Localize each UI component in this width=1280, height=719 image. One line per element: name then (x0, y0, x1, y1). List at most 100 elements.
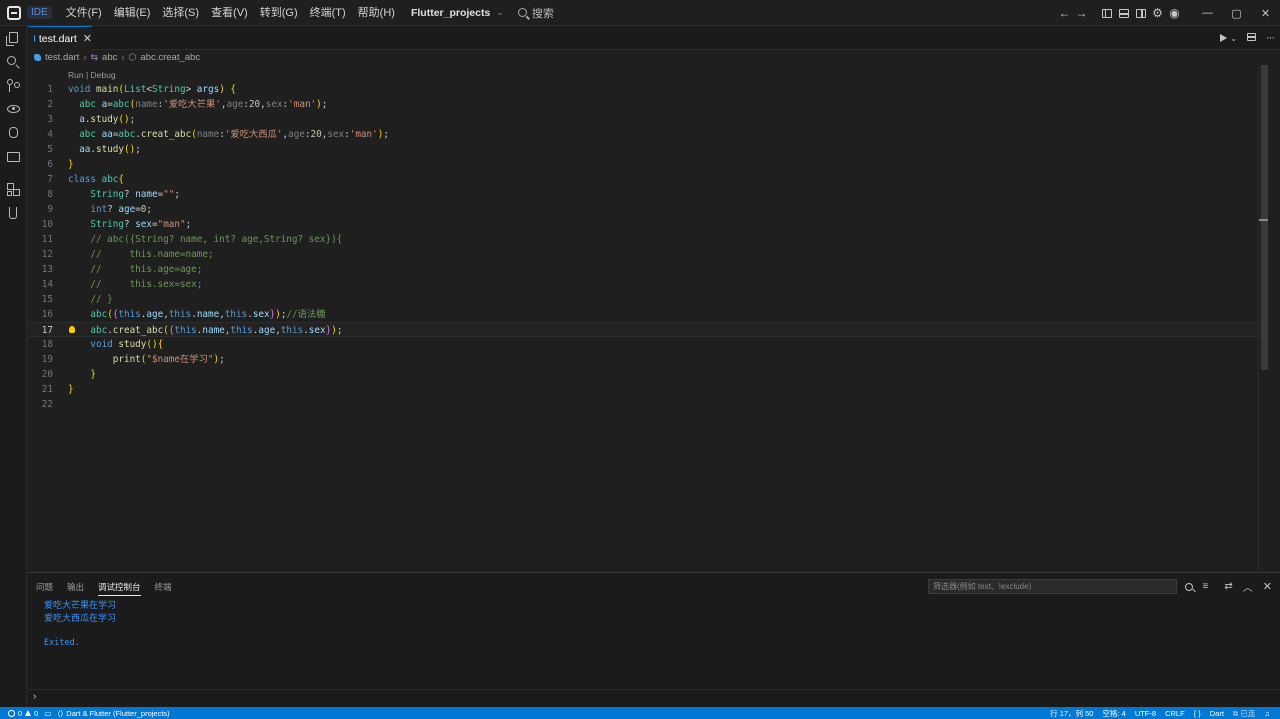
toggle-primary-sidebar-icon[interactable] (1098, 0, 1115, 26)
project-switcher[interactable]: Flutter_projects ⌄ (411, 7, 504, 19)
menu-go[interactable]: 转到(G) (254, 0, 304, 26)
word-wrap-icon[interactable]: ≡ (1203, 581, 1209, 592)
toggle-secondary-sidebar-icon[interactable] (1132, 0, 1149, 26)
tab-test-dart[interactable]: test.dart ✕ (28, 26, 92, 50)
code-text: // } (90, 294, 113, 305)
menu-file[interactable]: 文件(F) (60, 0, 108, 26)
indentation[interactable]: 空格: 4 (1102, 708, 1125, 719)
find-icon[interactable] (1184, 582, 1193, 591)
editor-scrollbar[interactable] (1258, 65, 1268, 570)
explorer-files-icon[interactable] (6, 32, 18, 46)
breadcrumb-class[interactable]: abc (102, 52, 117, 63)
code-line[interactable]: 20 } (28, 367, 1268, 382)
code-line[interactable]: 8 String? name=""; (28, 187, 1268, 202)
encoding[interactable]: UTF-8 (1135, 709, 1156, 718)
maximize-panel-chevron-up-icon[interactable]: ︿ (1243, 579, 1253, 594)
end-of-line[interactable]: CRLF (1165, 709, 1185, 718)
menu-edit[interactable]: 编辑(E) (108, 0, 157, 26)
code-line[interactable]: 6} (28, 157, 1268, 172)
breadcrumb-file[interactable]: test.dart (45, 52, 79, 63)
codelens-run-debug[interactable]: Run | Debug (68, 70, 116, 80)
more-actions-icon[interactable]: ··· (1266, 32, 1275, 44)
code-text: abc.creat_abc({this.name,this.age,this.s… (90, 325, 343, 336)
problems-indicator[interactable]: 0 0 (8, 709, 38, 718)
code-line[interactable]: 12 // this.name=name; (28, 247, 1268, 262)
code-line[interactable]: 4 abc aa=abc.creat_abc(name:'爱吃大西瓜',age:… (28, 127, 1268, 142)
code-line[interactable]: 16 abc({this.age,this.name,this.sex});//… (28, 307, 1268, 322)
sdk-indicator[interactable]: ⟨⟩ Dart & Flutter (Flutter_projects) (57, 709, 169, 718)
run-debug-icon[interactable] (9, 127, 18, 138)
go-forward-icon[interactable]: → (1073, 0, 1090, 26)
code-line[interactable]: 21} (28, 382, 1268, 397)
code-line[interactable]: 14 // this.sex=sex; (28, 277, 1268, 292)
testing-flask-icon[interactable] (9, 207, 17, 219)
connection-status[interactable]: ⧉ 已连 (1233, 708, 1255, 719)
code-line[interactable]: 17 abc.creat_abc({this.name,this.age,thi… (28, 322, 1268, 337)
code-line[interactable]: 10 String? sex="man"; (28, 217, 1268, 232)
menu-selection[interactable]: 选择(S) (156, 0, 205, 26)
command-center-search[interactable]: 搜索 (517, 5, 554, 21)
close-panel-icon[interactable]: ✕ (1263, 580, 1272, 593)
line-number: 20 (41, 369, 53, 380)
console-filter-input[interactable] (928, 579, 1177, 594)
account-icon[interactable]: ◉ (1166, 0, 1183, 26)
code-text: // this.name=name; (90, 249, 214, 260)
code-line[interactable]: 13 // this.age=age; (28, 262, 1268, 277)
language-mode[interactable]: Dart (1210, 709, 1224, 718)
code-line[interactable]: 15 // } (28, 292, 1268, 307)
run-button[interactable]: ⌄ (1220, 34, 1237, 43)
minimize-button[interactable]: — (1193, 0, 1222, 26)
panel-actions: ≡ ⇄ ︿ ✕ (1184, 579, 1272, 594)
clear-console-icon[interactable]: ⇄ (1224, 581, 1232, 592)
menu-bar: 文件(F) 编辑(E) 选择(S) 查看(V) 转到(G) 终端(T) 帮助(H… (60, 0, 401, 26)
code-line[interactable]: 7 class abc{ (28, 172, 1268, 187)
breadcrumb-method[interactable]: abc.creat_abc (140, 52, 200, 63)
search-view-icon[interactable] (7, 56, 16, 65)
close-window-button[interactable]: ✕ (1251, 0, 1280, 26)
line-number: 5 (47, 144, 53, 155)
cursor-position[interactable]: 行 17，列 50 (1050, 708, 1093, 719)
panel-tabs: 问题 输出 调试控制台 终端 (36, 581, 172, 596)
repl-prompt-icon[interactable]: › (33, 691, 36, 702)
remote-explorer-icon[interactable] (7, 152, 20, 162)
status-left: 0 0 ▭ ⟨⟩ Dart & Flutter (Flutter_project… (0, 709, 170, 718)
close-tab-icon[interactable]: ✕ (83, 32, 92, 45)
settings-gear-icon[interactable]: ⚙ (1149, 0, 1166, 26)
tab-output[interactable]: 输出 (67, 581, 84, 596)
tab-problems[interactable]: 问题 (36, 581, 53, 596)
code-line[interactable]: 22 (28, 397, 1268, 412)
watch-eye-icon[interactable] (7, 105, 20, 113)
run-dropdown-chevron-icon[interactable]: ⌄ (1230, 34, 1237, 43)
extensions-icon[interactable] (7, 183, 20, 196)
menu-view[interactable]: 查看(V) (205, 0, 254, 26)
code-line[interactable]: 11 // abc({String? name, int? age,String… (28, 232, 1268, 247)
console-line: 爱吃大芒果在学习 (44, 600, 117, 610)
tab-terminal[interactable]: 终端 (155, 581, 172, 596)
maximize-button[interactable]: ▢ (1222, 0, 1251, 26)
code-line[interactable]: 9 int? age=0; (28, 202, 1268, 217)
code-line[interactable]: 3 a.study(); (28, 112, 1268, 127)
editor-actions: ⌄ ··· (1220, 26, 1275, 50)
editor-scrollbar-thumb[interactable] (1261, 65, 1268, 370)
go-back-icon[interactable]: ← (1056, 0, 1073, 26)
code-line[interactable]: 19 print("$name在学习"); (28, 352, 1268, 367)
code-line[interactable]: 5 aa.study(); (28, 142, 1268, 157)
line-number: 4 (47, 129, 53, 140)
menu-terminal[interactable]: 终端(T) (304, 0, 352, 26)
tab-label: test.dart (38, 32, 77, 45)
notifications-bell-icon[interactable]: ♫ (1264, 709, 1270, 718)
code-line[interactable]: 1 void main(List<String> args) { (28, 82, 1268, 97)
code-line[interactable]: 18 void study(){ (28, 337, 1268, 352)
code-text: class abc{ (68, 174, 125, 185)
toggle-panel-icon[interactable] (1115, 0, 1132, 26)
class-symbol-icon: ⇆ (90, 52, 99, 62)
code-line[interactable]: 2 abc a=abc(name:'爱吃大芒果',age:20,sex:'man… (28, 97, 1268, 112)
menu-help[interactable]: 帮助(H) (352, 0, 401, 26)
ports-icon[interactable]: ▭ (44, 709, 51, 718)
code-editor[interactable]: Run | Debug 1 void main(List<String> args… (28, 65, 1268, 570)
split-editor-icon[interactable] (1247, 32, 1256, 44)
tab-debug-console[interactable]: 调试控制台 (98, 581, 141, 596)
code-text: abc aa=abc.creat_abc(name:'爱吃大西瓜',age:20… (79, 129, 389, 140)
language-braces-icon[interactable]: { } (1194, 709, 1201, 718)
source-control-icon[interactable] (7, 79, 20, 92)
